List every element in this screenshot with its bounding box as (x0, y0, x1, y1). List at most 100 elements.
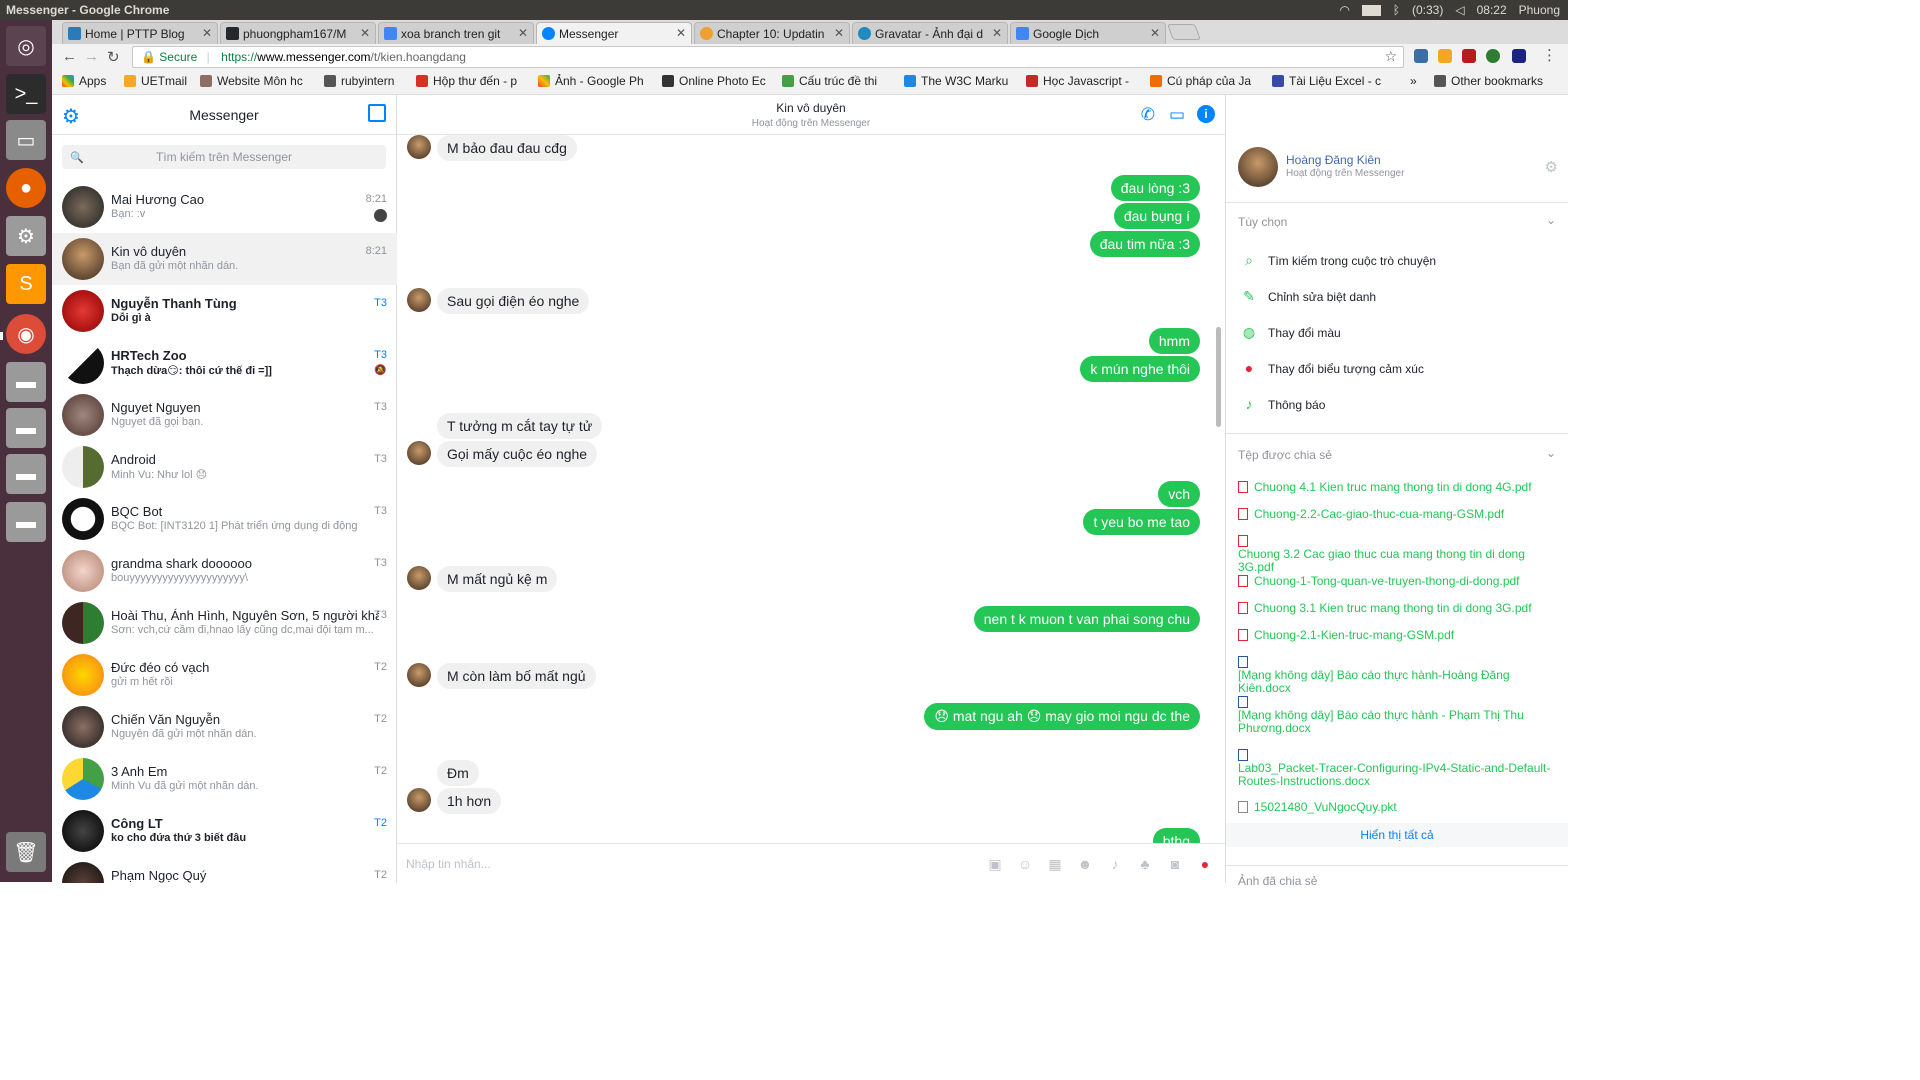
shared-photos-section-title[interactable]: Ảnh đã chia sẻ (1238, 874, 1317, 888)
wifi-icon[interactable]: ◠ (1340, 3, 1350, 17)
quick-reaction-icon[interactable]: ● (1195, 854, 1215, 874)
close-tab-icon[interactable]: ✕ (676, 26, 686, 40)
conversation-item[interactable]: Phạm Ngọc Quý T2 (52, 857, 397, 883)
browser-tab[interactable]: phuongpham167/M ✕ (220, 22, 376, 44)
message-input[interactable]: Nhập tin nhắn... (406, 857, 491, 871)
sticker-icon[interactable]: ☺ (1015, 854, 1035, 874)
bluetooth-icon[interactable]: ᛒ (1393, 3, 1400, 17)
info-icon[interactable]: i (1197, 105, 1215, 123)
conversation-item[interactable]: BQC Bot BQC Bot: [INT3120 1] Phát triển … (52, 493, 397, 545)
chat-scrollbar[interactable] (1216, 327, 1221, 427)
new-tab-button[interactable] (1167, 24, 1201, 40)
volume-icon[interactable]: ◁ (1455, 3, 1464, 17)
extension-icon[interactable] (1438, 49, 1452, 63)
extension-icon[interactable] (1462, 49, 1476, 63)
bookmark-star-icon[interactable]: ☆ (1384, 48, 1397, 65)
shared-file[interactable]: Chuong-2.1-Kien-truc-mang-GSM.pdf (1238, 629, 1558, 642)
game-icon[interactable]: ♣ (1135, 854, 1155, 874)
settings-icon[interactable]: ⚙ (6, 216, 46, 256)
conversation-item[interactable]: Đức đéo có vạch gửi m hết rồi T2 (52, 649, 397, 701)
phone-call-icon[interactable]: ✆ (1141, 105, 1155, 125)
bookmark-item[interactable]: Học Javascript - (1026, 74, 1138, 88)
chrome-menu-icon[interactable]: ⋮ (1542, 46, 1557, 64)
profile-settings-gear-icon[interactable]: ⚙ (1545, 158, 1558, 176)
forward-icon[interactable]: → (84, 48, 99, 65)
conversation-item[interactable]: 3 Anh Em Minh Vu đã gửi một nhãn dán. T2 (52, 753, 397, 805)
chrome-icon[interactable]: ◉ (6, 314, 46, 354)
firefox-icon[interactable]: ● (6, 168, 46, 208)
drive-icon[interactable]: ▬ (6, 502, 46, 542)
extension-icon[interactable] (1512, 49, 1526, 63)
browser-tab[interactable]: Chapter 10: Updatin ✕ (694, 22, 850, 44)
option-change-emoji[interactable]: ● Thay đổi biểu tượng cảm xúc (1240, 360, 1424, 376)
back-icon[interactable]: ← (62, 48, 77, 65)
reload-icon[interactable]: ↻ (107, 48, 120, 66)
bookmark-item[interactable]: Ảnh - Google Ph (538, 74, 650, 88)
battery-indicator[interactable]: (0:33) (1412, 3, 1443, 17)
shared-file[interactable]: Chuong 3.1 Kien truc mang thong tin di d… (1238, 602, 1558, 615)
sublime-text-icon[interactable]: S (6, 264, 46, 304)
trash-icon[interactable]: 🗑 (6, 832, 46, 872)
clock[interactable]: 08:22 (1477, 3, 1507, 17)
drive-icon[interactable]: ▬ (6, 454, 46, 494)
show-all-files-link[interactable]: Hiển thị tất cả (1226, 823, 1568, 847)
shared-file[interactable]: 15021480_VuNgocQuy.pkt (1238, 801, 1558, 814)
bookmark-item[interactable]: Website Môn hc (200, 74, 312, 88)
options-section-title[interactable]: Tùy chọn (1238, 215, 1287, 229)
conversation-item[interactable]: Mai Hương Cao Bạn: :v 8:21 (52, 181, 397, 233)
close-tab-icon[interactable]: ✕ (834, 26, 844, 40)
conversation-item[interactable]: Nguyet Nguyen Nguyet đã gọi bạn. T3 (52, 389, 397, 441)
gif-icon[interactable]: ▦ (1045, 854, 1065, 874)
conversation-item[interactable]: Nguyễn Thanh Tùng Dỗi gì à T3 (52, 285, 397, 337)
browser-tab[interactable]: Gravatar - Ảnh đại d ✕ (852, 22, 1008, 44)
ubuntu-dash-icon[interactable]: ◎ (6, 26, 46, 66)
files-icon[interactable]: ▭ (6, 120, 46, 160)
close-tab-icon[interactable]: ✕ (992, 26, 1002, 40)
conversation-item[interactable]: grandma shark doooooo bouyyyyyyyyyyyyyyy… (52, 545, 397, 597)
bookmark-item[interactable]: UETmail (124, 74, 187, 88)
drive-icon[interactable]: ▬ (6, 362, 46, 402)
search-input[interactable]: 🔍 Tìm kiếm trên Messenger (62, 145, 386, 169)
browser-tab[interactable]: Google Dịch ✕ (1010, 22, 1166, 44)
option-search-conversation[interactable]: ⌕ Tìm kiếm trong cuộc trò chuyện (1240, 252, 1436, 269)
shared-file[interactable]: Chuong 4.1 Kien truc mang thong tin di d… (1238, 481, 1558, 494)
bookmark-item[interactable]: rubyintern (324, 74, 394, 88)
new-extension-icon[interactable] (1486, 49, 1500, 63)
compose-new-message-icon[interactable] (368, 104, 386, 122)
browser-tab-active[interactable]: Messenger ✕ (536, 22, 692, 44)
conversation-item[interactable]: Hoài Thu, Ánh Hình, Nguyên Sơn, 5 người … (52, 597, 397, 649)
other-bookmarks[interactable]: Other bookmarks (1434, 74, 1543, 88)
chevron-down-icon[interactable]: ⌄ (1546, 446, 1556, 460)
shared-files-section-title[interactable]: Tệp được chia sẻ (1238, 448, 1332, 462)
shared-file[interactable]: Lab03_Packet-Tracer-Configuring-IPv4-Sta… (1238, 749, 1558, 788)
shared-file[interactable]: Chuong 3.2 Cac giao thuc cua mang thong … (1238, 535, 1558, 574)
chat-contact-name[interactable]: Kin vô duyên (397, 101, 1225, 115)
shared-file[interactable]: Chuong-1-Tong-quan-ve-truyen-thong-di-do… (1238, 575, 1558, 588)
microphone-icon[interactable]: ♪ (1105, 854, 1125, 874)
browser-tab[interactable]: xoa branch tren git ✕ (378, 22, 534, 44)
message-composer[interactable]: Nhập tin nhắn... ▣ ☺ ▦ ☻ ♪ ♣ ◙ ● (397, 843, 1225, 883)
eyedropper-extension-icon[interactable] (1414, 49, 1428, 63)
chevron-down-icon[interactable]: ⌄ (1546, 213, 1556, 227)
shared-file[interactable]: Chuong-2.2-Cac-giao-thuc-cua-mang-GSM.pd… (1238, 508, 1558, 521)
conversation-item[interactable]: Android Minh Vu: Như lol 😞 T3 (52, 441, 397, 493)
conversation-item[interactable]: Chiến Văn Nguyễn Nguyễn đã gửi một nhãn … (52, 701, 397, 753)
shared-file[interactable]: [Mạng không dây] Báo cáo thực hành - Phạ… (1238, 696, 1558, 735)
option-notifications[interactable]: ♪ Thông báo (1240, 396, 1326, 412)
camera-icon[interactable]: ◙ (1165, 854, 1185, 874)
browser-tab[interactable]: Home | PTTP Blog ✕ (62, 22, 218, 44)
close-tab-icon[interactable]: ✕ (518, 26, 528, 40)
profile-name[interactable]: Hoàng Đăng Kiên (1286, 153, 1381, 167)
conversation-item-selected[interactable]: Kin vô duyên Bạn đã gửi một nhãn dán. 8:… (52, 233, 397, 285)
close-tab-icon[interactable]: ✕ (1150, 26, 1160, 40)
bookmark-item[interactable]: Cấu trúc đề thi (782, 74, 892, 88)
keyboard-layout[interactable]: En (1362, 4, 1381, 16)
close-tab-icon[interactable]: ✕ (360, 26, 370, 40)
bookmark-item[interactable]: The W3C Marku (904, 74, 1016, 88)
conversation-item[interactable]: Công LT ko cho đứa thứ 3 biết đâu T2 (52, 805, 397, 857)
close-tab-icon[interactable]: ✕ (202, 26, 212, 40)
bookmark-item[interactable]: Online Photo Ec (662, 74, 772, 88)
image-icon[interactable]: ▣ (985, 854, 1005, 874)
more-bookmarks-button[interactable]: » (1410, 74, 1417, 88)
bookmark-apps[interactable]: Apps (62, 74, 106, 88)
